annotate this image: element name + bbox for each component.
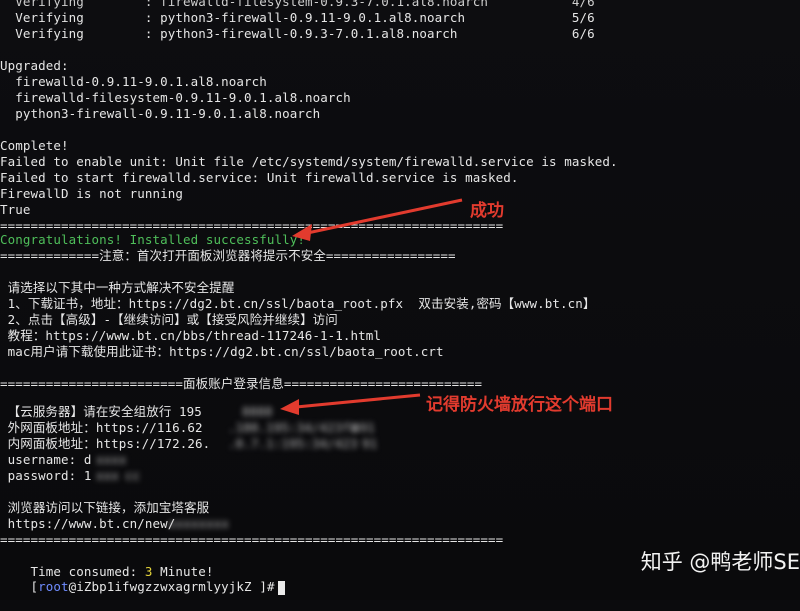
annotation-firewall-note: 记得防火墙放行这个端口 bbox=[426, 395, 613, 415]
arrow-port-head bbox=[280, 399, 299, 415]
annotation-success: 成功 bbox=[470, 201, 504, 221]
annotation-arrows bbox=[280, 198, 463, 415]
arrow-port-line bbox=[285, 393, 421, 410]
arrow-success-head bbox=[292, 224, 312, 241]
zhihu-watermark: 知乎 @鸭老师SE bbox=[640, 550, 800, 574]
arrow-success-line bbox=[297, 198, 463, 237]
